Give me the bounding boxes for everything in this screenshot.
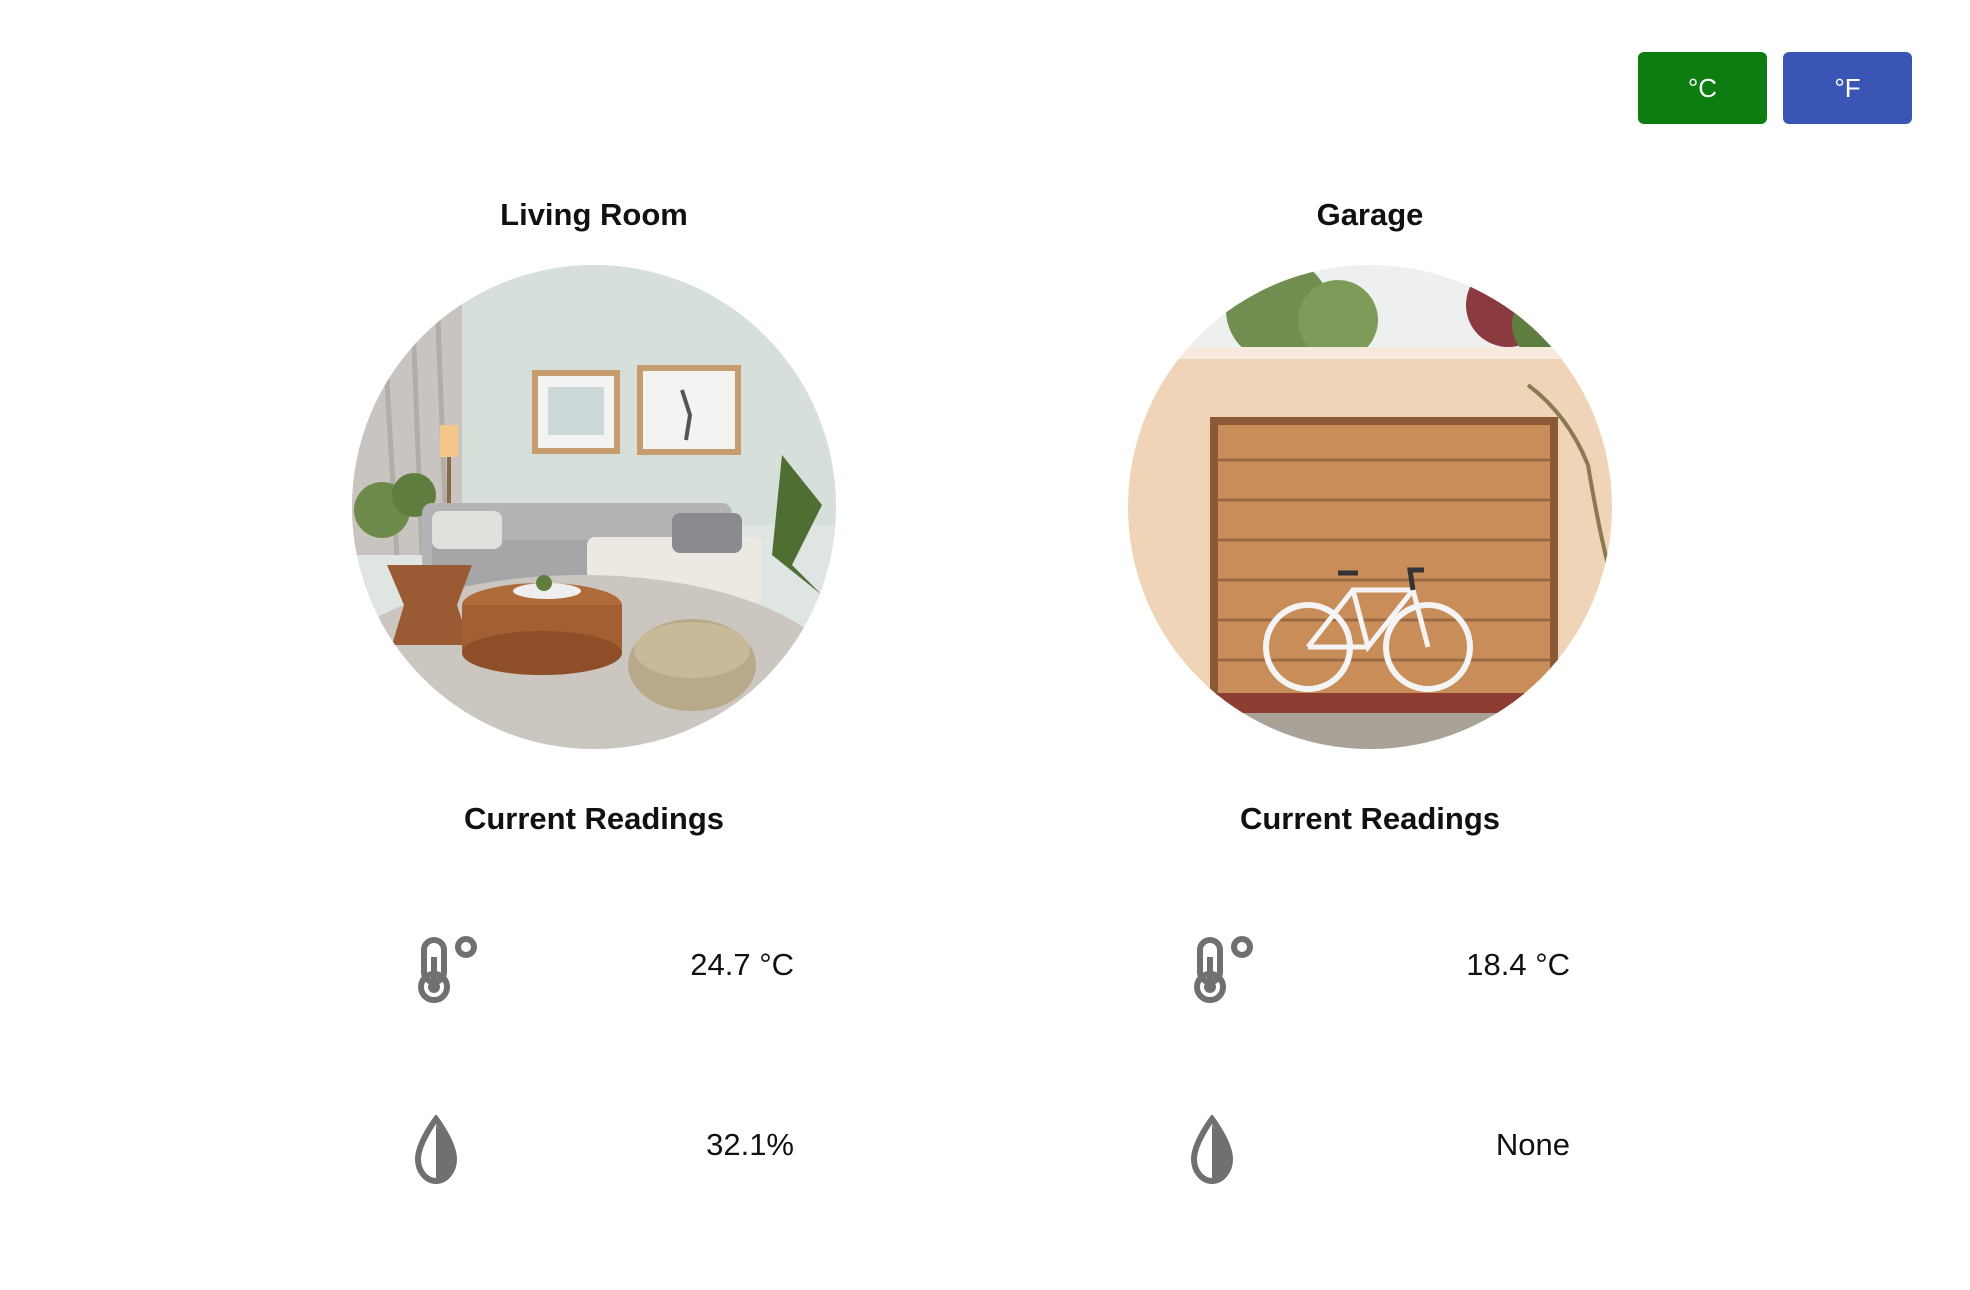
humidity-value: None — [1495, 1127, 1570, 1162]
garage-photo — [1128, 265, 1612, 749]
readings-heading: Current Readings — [1239, 801, 1501, 836]
humidity-drop-icon — [412, 1113, 482, 1185]
thermometer-icon — [414, 935, 484, 1005]
room-title: Living Room — [500, 197, 688, 232]
humidity-drop-icon — [1188, 1113, 1258, 1185]
fahrenheit-button[interactable]: °F — [1783, 52, 1912, 124]
humidity-row: None — [1110, 1113, 1630, 1185]
temperature-row: 18.4 °C — [1110, 935, 1630, 1003]
thermometer-icon — [1190, 935, 1260, 1005]
unit-toggle: °C °F — [1638, 52, 1912, 124]
humidity-value: 32.1% — [706, 1127, 794, 1162]
room-card-living-room: Living Room Current Readings 24.7 °C 32.… — [334, 195, 854, 1185]
readings-heading: Current Readings — [463, 801, 725, 836]
temperature-value: 18.4 °C — [1466, 947, 1570, 982]
humidity-row: 32.1% — [334, 1113, 854, 1185]
temperature-row: 24.7 °C — [334, 935, 854, 1003]
room-card-garage: Garage Current Readings 18.4 °C None — [1110, 195, 1630, 1185]
living-room-photo — [352, 265, 836, 749]
room-title: Garage — [1316, 197, 1424, 232]
temperature-value: 24.7 °C — [690, 947, 794, 982]
celsius-button[interactable]: °C — [1638, 52, 1767, 124]
